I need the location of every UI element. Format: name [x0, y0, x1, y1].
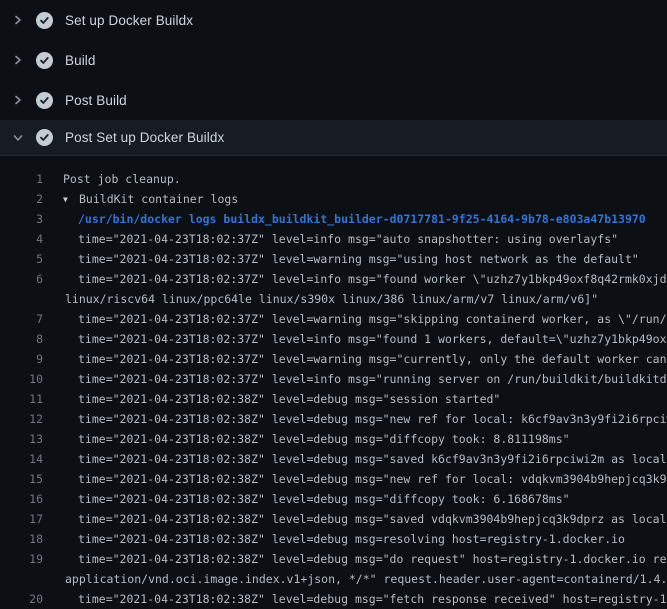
log-line-text: application/vnd.oci.image.index.v1+json,… [43, 569, 667, 589]
log-line: 1 Post job cleanup. [0, 169, 667, 189]
log-line-text: time="2021-04-23T18:02:38Z" level=debug … [43, 529, 625, 549]
step-header-set-up-docker-buildx[interactable]: Set up Docker Buildx [0, 0, 667, 40]
step-label: Post Build [65, 93, 127, 108]
log-line: 9 time="2021-04-23T18:02:37Z" level=warn… [0, 349, 667, 369]
log-line: 20 time="2021-04-23T18:02:38Z" level=deb… [0, 589, 667, 609]
log-line-number[interactable]: 18 [0, 529, 43, 549]
log-line-text: linux/riscv64 linux/ppc64le linux/s390x … [43, 289, 598, 309]
log-line: 12 time="2021-04-23T18:02:38Z" level=deb… [0, 409, 667, 429]
log-line: 16 time="2021-04-23T18:02:38Z" level=deb… [0, 489, 667, 509]
log-line-text: time="2021-04-23T18:02:38Z" level=debug … [43, 469, 667, 489]
log-line: linux/riscv64 linux/ppc64le linux/s390x … [0, 289, 667, 309]
log-line-text: time="2021-04-23T18:02:37Z" level=warnin… [43, 309, 667, 329]
log-line-text: time="2021-04-23T18:02:37Z" level=warnin… [43, 249, 639, 269]
log-line-number[interactable]: 15 [0, 469, 43, 489]
log-line-number[interactable]: 20 [0, 589, 43, 609]
log-line-text: time="2021-04-23T18:02:37Z" level=warnin… [43, 349, 667, 369]
log-line-number[interactable]: 11 [0, 389, 43, 409]
log-line-number[interactable]: 7 [0, 309, 43, 329]
step-header-post-build[interactable]: Post Build [0, 80, 667, 120]
chevron-right-icon [12, 94, 24, 106]
log-line-text: time="2021-04-23T18:02:38Z" level=debug … [43, 589, 667, 609]
log-line-text[interactable]: ▼BuildKit container logs [43, 189, 238, 209]
log-line-number[interactable]: 13 [0, 429, 43, 449]
log-panel: 1 Post job cleanup. 2 ▼BuildKit containe… [0, 156, 667, 609]
disclosure-triangle-icon[interactable]: ▼ [63, 190, 79, 210]
log-line-text: Post job cleanup. [43, 169, 181, 189]
log-line-number[interactable]: 9 [0, 349, 43, 369]
check-circle-icon [36, 92, 53, 109]
log-line-number[interactable]: 10 [0, 369, 43, 389]
log-line-text: time="2021-04-23T18:02:38Z" level=debug … [43, 449, 667, 469]
log-line-number[interactable]: 8 [0, 329, 43, 349]
log-line-text: time="2021-04-23T18:02:38Z" level=debug … [43, 429, 570, 449]
step-header-build[interactable]: Build [0, 40, 667, 80]
step-label: Post Set up Docker Buildx [65, 130, 224, 145]
log-line: 6 time="2021-04-23T18:02:37Z" level=info… [0, 269, 667, 289]
step-header-post-set-up-docker-buildx[interactable]: Post Set up Docker Buildx [0, 120, 667, 156]
log-line: 19 time="2021-04-23T18:02:38Z" level=deb… [0, 549, 667, 569]
step-label: Set up Docker Buildx [65, 13, 193, 28]
check-circle-icon [36, 129, 53, 146]
log-line: 13 time="2021-04-23T18:02:38Z" level=deb… [0, 429, 667, 449]
log-line-text: time="2021-04-23T18:02:37Z" level=info m… [43, 229, 618, 249]
check-circle-icon [36, 12, 53, 29]
chevron-down-icon [12, 132, 24, 144]
log-line-text: time="2021-04-23T18:02:38Z" level=debug … [43, 409, 667, 429]
log-line-text: time="2021-04-23T18:02:37Z" level=info m… [43, 369, 667, 389]
log-line: 5 time="2021-04-23T18:02:37Z" level=warn… [0, 249, 667, 269]
log-line-text: time="2021-04-23T18:02:38Z" level=debug … [43, 509, 667, 529]
log-line: 7 time="2021-04-23T18:02:37Z" level=warn… [0, 309, 667, 329]
log-group-header: 2 ▼BuildKit container logs [0, 189, 667, 209]
chevron-right-icon [12, 54, 24, 66]
log-line-number[interactable]: 6 [0, 269, 43, 289]
log-line-text: time="2021-04-23T18:02:38Z" level=debug … [43, 489, 570, 509]
log-line-text: time="2021-04-23T18:02:38Z" level=debug … [43, 549, 667, 569]
log-line-number[interactable]: 4 [0, 229, 43, 249]
log-line-number[interactable]: 2 [0, 189, 43, 209]
chevron-right-icon [12, 14, 24, 26]
log-line: 4 time="2021-04-23T18:02:37Z" level=info… [0, 229, 667, 249]
log-line-number[interactable]: 14 [0, 449, 43, 469]
log-line-text: time="2021-04-23T18:02:38Z" level=debug … [43, 389, 500, 409]
log-line: 8 time="2021-04-23T18:02:37Z" level=info… [0, 329, 667, 349]
log-line-text: time="2021-04-23T18:02:37Z" level=info m… [43, 329, 667, 349]
log-line: 14 time="2021-04-23T18:02:38Z" level=deb… [0, 449, 667, 469]
log-line: 15 time="2021-04-23T18:02:38Z" level=deb… [0, 469, 667, 489]
log-line: 10 time="2021-04-23T18:02:37Z" level=inf… [0, 369, 667, 389]
log-line-number[interactable]: 1 [0, 169, 43, 189]
log-line-number[interactable]: 17 [0, 509, 43, 529]
log-line: 18 time="2021-04-23T18:02:38Z" level=deb… [0, 529, 667, 549]
log-line-number [0, 569, 43, 589]
log-line-text: time="2021-04-23T18:02:37Z" level=info m… [43, 269, 667, 289]
log-command-line: 3 /usr/bin/docker logs buildx_buildkit_b… [0, 209, 667, 229]
steps-list: Set up Docker Buildx Build Post Build Po… [0, 0, 667, 156]
log-line: application/vnd.oci.image.index.v1+json,… [0, 569, 667, 589]
log-line-number[interactable]: 5 [0, 249, 43, 269]
log-group-title: BuildKit container logs [79, 192, 238, 206]
log-line-number[interactable]: 3 [0, 209, 43, 229]
log-line: 11 time="2021-04-23T18:02:38Z" level=deb… [0, 389, 667, 409]
log-line-number[interactable]: 19 [0, 549, 43, 569]
check-circle-icon [36, 52, 53, 69]
log-line-text: /usr/bin/docker logs buildx_buildkit_bui… [43, 209, 646, 229]
log-line-number[interactable]: 16 [0, 489, 43, 509]
log-line: 17 time="2021-04-23T18:02:38Z" level=deb… [0, 509, 667, 529]
log-line-number [0, 289, 43, 309]
step-label: Build [65, 53, 96, 68]
log-line-number[interactable]: 12 [0, 409, 43, 429]
